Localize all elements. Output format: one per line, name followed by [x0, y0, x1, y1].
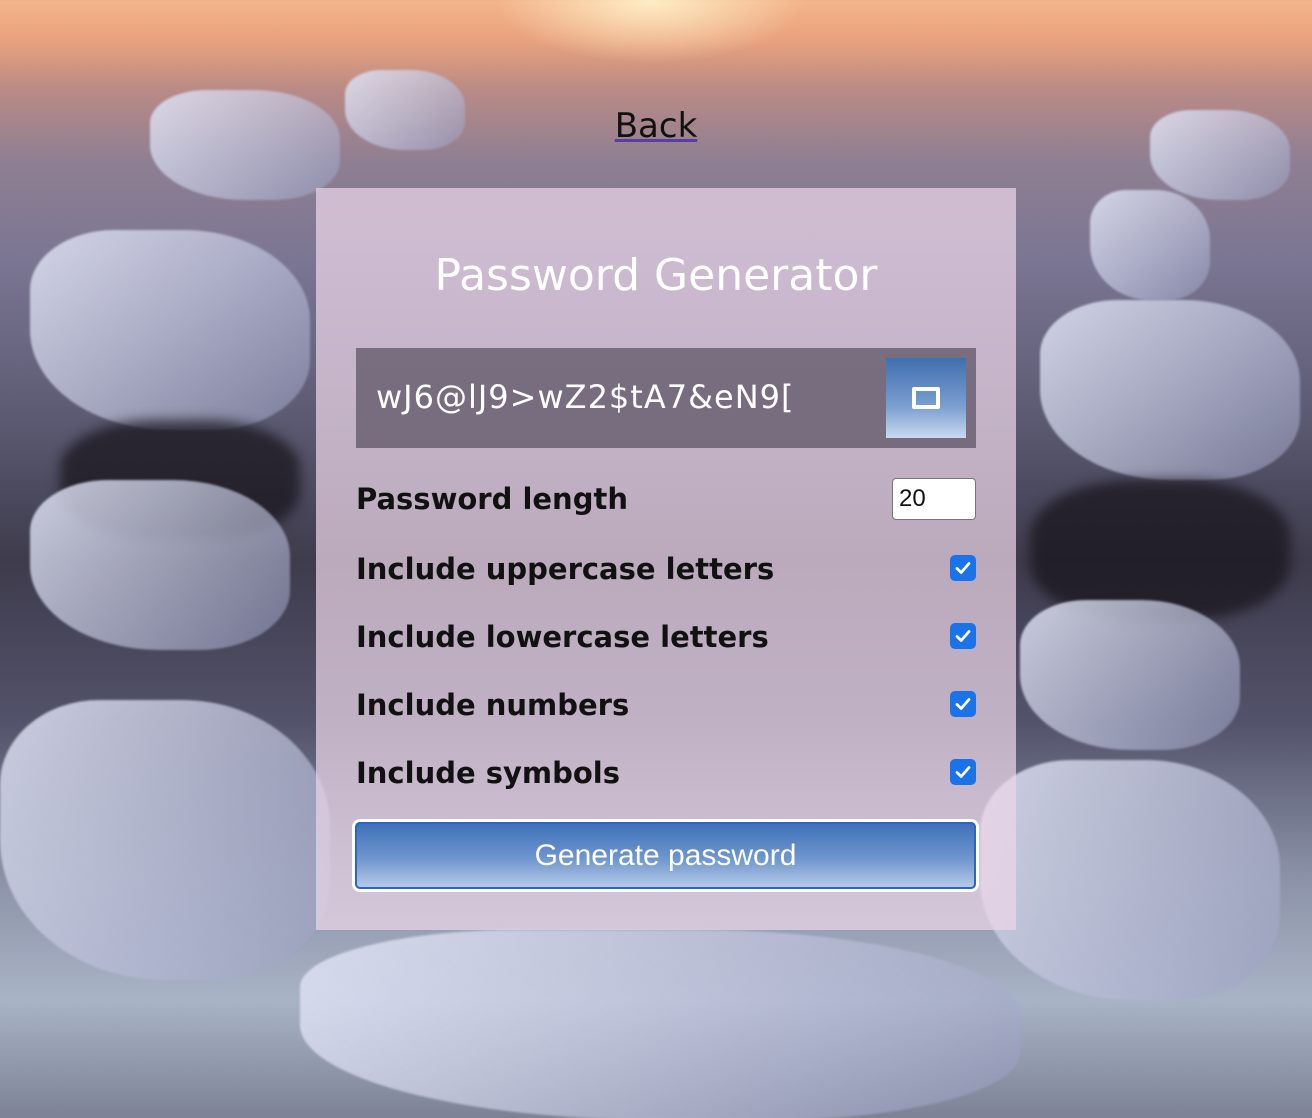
lowercase-label: Include lowercase letters	[356, 620, 769, 654]
option-row-numbers: Include numbers	[356, 684, 976, 724]
password-output[interactable]: wJ6@lJ9>wZ2$tA7&eN9[	[376, 378, 846, 416]
back-nav: Back	[0, 106, 1312, 146]
ice-chunk	[1020, 600, 1240, 750]
ice-chunk	[300, 930, 1020, 1118]
page-title: Password Generator	[434, 250, 878, 301]
symbols-label: Include symbols	[356, 756, 621, 790]
ice-chunk	[1040, 300, 1300, 480]
generate-password-button[interactable]: Generate password	[352, 819, 979, 892]
password-result: wJ6@lJ9>wZ2$tA7&eN9[	[356, 348, 976, 448]
option-row-uppercase: Include uppercase letters	[356, 548, 976, 588]
checkmark-icon	[955, 766, 971, 778]
checkmark-icon	[955, 698, 971, 710]
ice-chunk	[30, 480, 290, 650]
lowercase-checkbox[interactable]	[950, 623, 976, 649]
checkmark-icon	[955, 630, 971, 642]
copy-button[interactable]	[886, 358, 966, 438]
ice-chunk	[0, 700, 330, 980]
length-row: Password length	[356, 478, 976, 520]
numbers-label: Include numbers	[356, 688, 630, 722]
uppercase-label: Include uppercase letters	[356, 552, 775, 586]
ice-chunk	[980, 760, 1280, 1000]
dark-sand	[1030, 480, 1290, 620]
symbols-checkbox[interactable]	[950, 759, 976, 785]
length-input[interactable]	[892, 478, 976, 520]
checkmark-icon	[955, 562, 971, 574]
numbers-checkbox[interactable]	[950, 691, 976, 717]
length-label: Password length	[356, 482, 628, 516]
option-row-symbols: Include symbols	[356, 752, 976, 792]
option-row-lowercase: Include lowercase letters	[356, 616, 976, 656]
uppercase-checkbox[interactable]	[950, 555, 976, 581]
back-link[interactable]: Back	[615, 106, 698, 146]
clipboard-icon	[912, 387, 940, 409]
